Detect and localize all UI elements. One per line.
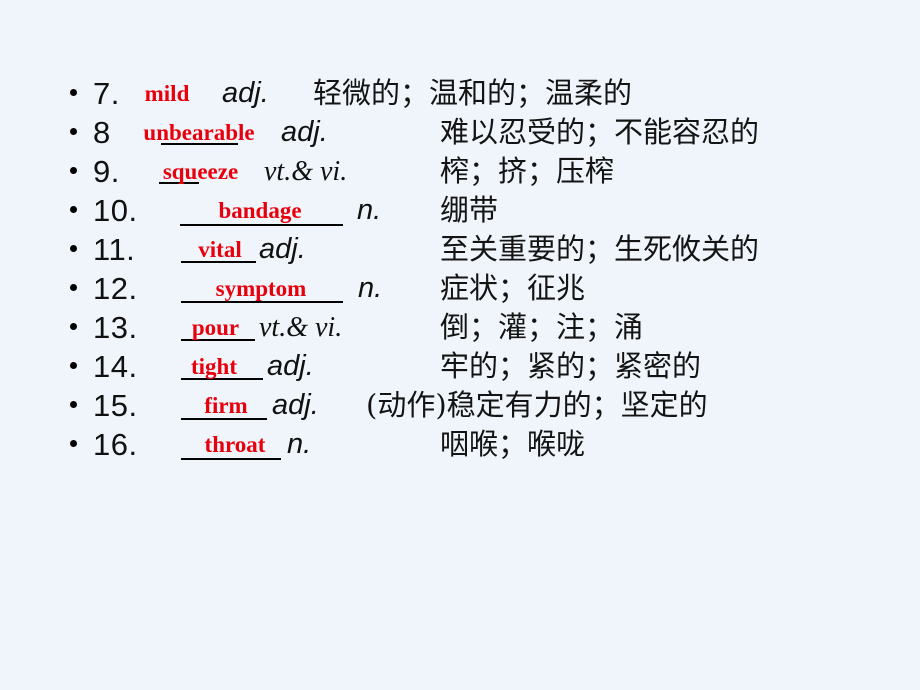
item-number: 12.: [93, 271, 138, 306]
chinese-meaning: 咽喉；喉咙: [440, 427, 586, 461]
part-of-speech: n.: [357, 194, 382, 226]
answer-word: mild: [144, 81, 190, 106]
answer-word: tight: [191, 354, 237, 379]
item-number: 11.: [93, 232, 136, 267]
item-number: 13.: [93, 310, 138, 345]
answer-word: firm: [204, 393, 248, 418]
chinese-meaning: 症状；征兆: [440, 271, 586, 305]
chinese-meaning: 牢的；紧的；紧密的: [440, 349, 702, 383]
answer-word: squeeze: [162, 159, 239, 184]
vocab-row: 16. throat n. 咽喉；喉咙: [0, 425, 920, 464]
vocab-row: 8 unbearable adj. 难以忍受的；不能容忍的: [0, 113, 920, 152]
item-number: 14.: [93, 349, 138, 384]
answer-word: pour: [191, 315, 240, 340]
chinese-meaning: 轻微的；温和的；温柔的: [313, 76, 633, 110]
vocab-row: 12. symptom n. 症状；征兆: [0, 269, 920, 308]
bullet-dot-icon: [70, 89, 77, 96]
bullet-dot-icon: [70, 245, 77, 252]
bullet-dot-icon: [70, 206, 77, 213]
vocab-row: 14. tight adj. 牢的；紧的；紧密的: [0, 347, 920, 386]
part-of-speech: n.: [287, 428, 312, 460]
part-of-speech: adj.: [222, 77, 269, 109]
chinese-meaning: 绷带: [440, 193, 499, 227]
part-of-speech: vt.& vi.: [264, 156, 348, 187]
bullet-dot-icon: [70, 323, 77, 330]
part-of-speech: adj.: [267, 350, 314, 382]
answer-word: unbearable: [143, 120, 255, 145]
bullet-dot-icon: [70, 362, 77, 369]
vocab-row: 10. bandage n. 绷带: [0, 191, 920, 230]
chinese-meaning: 倒；灌；注；涌: [440, 310, 644, 344]
part-of-speech: adj.: [281, 116, 328, 148]
chinese-meaning: 至关重要的；生死攸关的: [440, 232, 760, 266]
chinese-meaning: 难以忍受的；不能容忍的: [440, 115, 760, 149]
vocab-row: 7. mild adj. 轻微的；温和的；温柔的: [0, 74, 920, 113]
item-number: 16.: [93, 427, 138, 462]
vocab-row: 13. pour vt.& vi. 倒；灌；注；涌: [0, 308, 920, 347]
answer-word: symptom: [215, 276, 307, 301]
slide-canvas: 7. mild adj. 轻微的；温和的；温柔的 8 unbearable adj. 难以忍受…: [0, 0, 920, 690]
chinese-meaning: 榨；挤；压榨: [440, 154, 615, 188]
vocabulary-bullet-list: 7. mild adj. 轻微的；温和的；温柔的 8 unbearable adj. 难以忍受…: [0, 74, 920, 464]
item-number: 8: [93, 115, 111, 150]
bullet-dot-icon: [70, 167, 77, 174]
item-number: 10.: [93, 193, 138, 228]
bullet-dot-icon: [70, 128, 77, 135]
vocab-row: 11. vital adj. 至关重要的；生死攸关的: [0, 230, 920, 269]
part-of-speech: vt.& vi.: [259, 312, 343, 343]
item-number: 7.: [93, 76, 120, 111]
item-number: 15.: [93, 388, 138, 423]
item-number: 9.: [93, 154, 120, 189]
vocab-row: 15. firm adj. (动作)稳定有力的；坚定的: [0, 386, 920, 425]
answer-word: vital: [198, 237, 242, 262]
bullet-dot-icon: [70, 401, 77, 408]
part-of-speech: adj.: [272, 389, 319, 421]
answer-word: bandage: [218, 198, 302, 223]
vocab-row: 9. squeeze vt.& vi. 榨；挤；压榨: [0, 152, 920, 191]
bullet-dot-icon: [70, 440, 77, 447]
bullet-dot-icon: [70, 284, 77, 291]
answer-word: throat: [204, 432, 266, 457]
part-of-speech: adj.: [259, 233, 306, 265]
chinese-meaning: (动作)稳定有力的；坚定的: [366, 388, 708, 422]
part-of-speech: n.: [358, 272, 383, 304]
